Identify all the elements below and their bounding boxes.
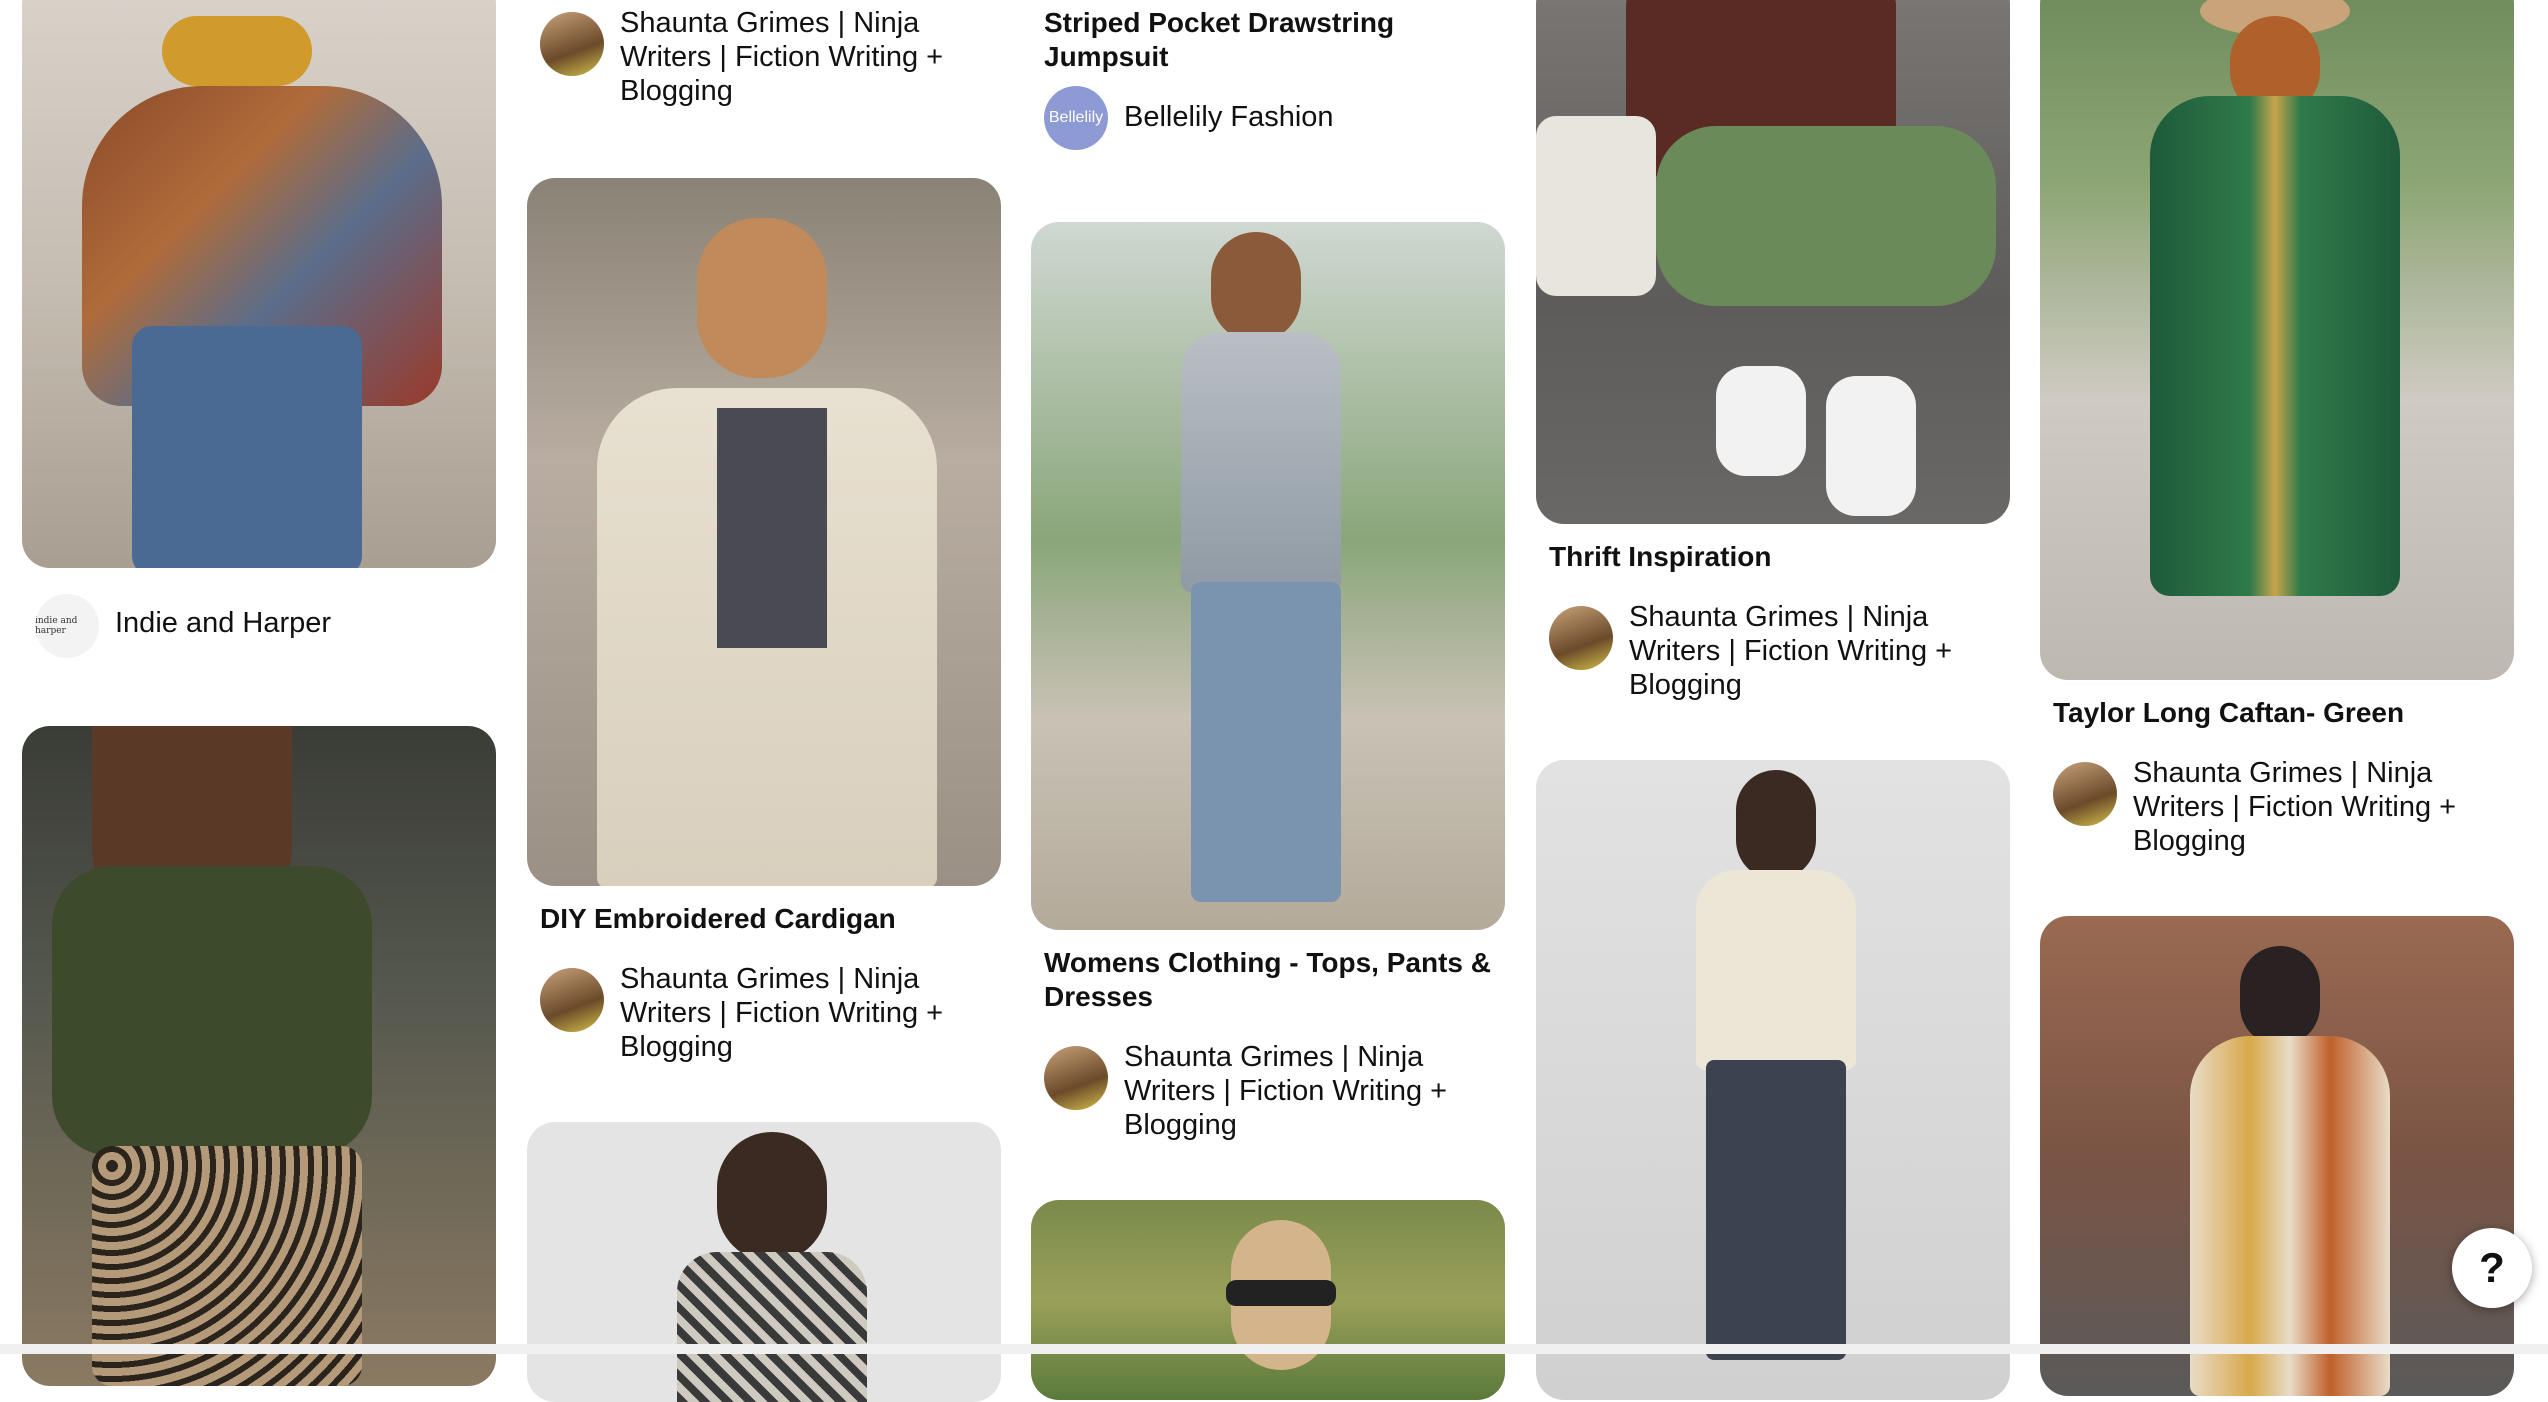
source-name[interactable]: Shaunta Grimes | Ninja Writers | Fiction… — [620, 6, 1000, 108]
source-avatar[interactable]: Bellelily — [1044, 86, 1108, 150]
pin-image-knit-sweater-overalls[interactable] — [22, 0, 496, 568]
pin-image-green-caftan[interactable] — [2040, 0, 2514, 680]
source-name[interactable]: Bellelily Fashion — [1124, 100, 1504, 134]
source-avatar[interactable]: indie and harper — [35, 594, 99, 658]
pin-title[interactable]: DIY Embroidered Cardigan — [540, 902, 988, 936]
help-button[interactable]: ? — [2452, 1228, 2532, 1308]
source-avatar[interactable] — [2053, 762, 2117, 826]
pin-image-striped-faux-fur-coat[interactable] — [2040, 916, 2514, 1396]
pin-source[interactable]: indie and harper Indie and Harper — [35, 594, 495, 704]
pin-image-embroidered-cardigan[interactable] — [527, 178, 1001, 886]
source-avatar[interactable] — [1044, 1046, 1108, 1110]
source-avatar[interactable] — [540, 968, 604, 1032]
pin-image-sunglasses-woman[interactable] — [1031, 1200, 1505, 1400]
pin-image-womens-tops-pants[interactable] — [1031, 222, 1505, 930]
avatar-logo-text: Bellelily — [1048, 109, 1104, 126]
bottom-edge — [0, 1344, 2548, 1354]
pin-title[interactable]: Womens Clothing - Tops, Pants & Dresses — [1044, 946, 1492, 1014]
source-name[interactable]: Shaunta Grimes | Ninja Writers | Fiction… — [620, 962, 1000, 1064]
source-avatar[interactable] — [1549, 606, 1613, 670]
pin-source[interactable]: Shaunta Grimes | Ninja Writers | Fiction… — [1044, 1041, 1504, 1156]
source-name[interactable]: Shaunta Grimes | Ninja Writers | Fiction… — [1124, 1040, 1504, 1142]
source-name[interactable]: Shaunta Grimes | Ninja Writers | Fiction… — [1629, 600, 2009, 702]
pin-title[interactable]: Striped Pocket Drawstring Jumpsuit — [1044, 6, 1492, 74]
pin-source[interactable]: Shaunta Grimes | Ninja Writers | Fiction… — [1549, 601, 2009, 716]
help-button-label: ? — [2479, 1244, 2505, 1291]
pin-image-thrift-green-pants[interactable] — [1536, 0, 2010, 524]
pin-source[interactable]: Shaunta Grimes | Ninja Writers | Fiction… — [540, 963, 1000, 1078]
pin-image-cream-sweater-linen-pants[interactable] — [1536, 760, 2010, 1400]
pin-image-green-sweater-leopard-skirt[interactable] — [22, 726, 496, 1386]
pin-image-patterned-kimono[interactable] — [527, 1122, 1001, 1402]
pin-source[interactable]: Shaunta Grimes | Ninja Writers | Fiction… — [2053, 757, 2513, 872]
source-name[interactable]: Shaunta Grimes | Ninja Writers | Fiction… — [2133, 756, 2513, 858]
source-name[interactable]: Indie and Harper — [115, 606, 495, 640]
source-avatar[interactable] — [540, 12, 604, 76]
pin-title[interactable]: Taylor Long Caftan- Green — [2053, 696, 2501, 730]
pin-title[interactable]: Thrift Inspiration — [1549, 540, 1997, 574]
pin-source[interactable]: Shaunta Grimes | Ninja Writers | Fiction… — [540, 7, 1000, 122]
pin-source[interactable]: Bellelily Bellelily Fashion — [1044, 86, 1504, 196]
avatar-logo-text: indie and harper — [35, 616, 78, 636]
